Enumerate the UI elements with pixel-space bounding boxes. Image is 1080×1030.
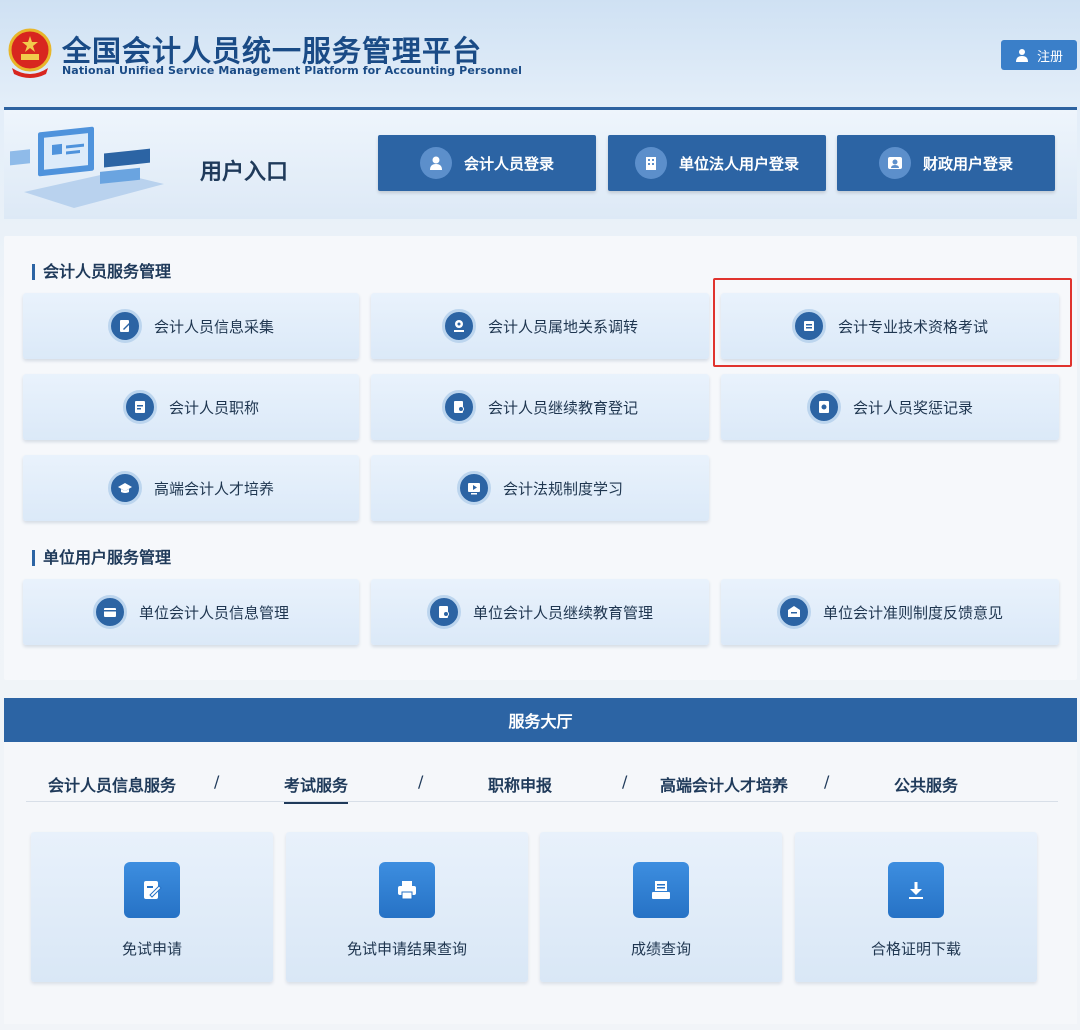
- id-card-icon: [878, 147, 911, 179]
- card-label: 单位会计人员信息管理: [138, 603, 289, 622]
- title-doc-icon: [122, 390, 157, 424]
- video-icon: [456, 471, 491, 505]
- login-illustration-icon: [10, 126, 164, 208]
- card-icon: [92, 595, 127, 629]
- card-reward-record[interactable]: 会计人员奖惩记录: [721, 374, 1059, 440]
- card-continuing-education[interactable]: 会计人员继续教育登记: [371, 374, 709, 440]
- tab-title-declaration[interactable]: 职称申报: [488, 772, 552, 802]
- printer-icon: [379, 862, 435, 918]
- card-label: 会计人员属地关系调转: [487, 317, 638, 336]
- card-label: 会计人员奖惩记录: [852, 398, 973, 417]
- edit-doc-icon: [107, 309, 142, 343]
- header: 全国会计人员统一服务管理平台 National Unified Service …: [0, 0, 1080, 104]
- accountant-section-title: 会计人员服务管理: [32, 264, 171, 280]
- graduation-cap-icon: [107, 471, 142, 505]
- card-unit-feedback[interactable]: 单位会计准则制度反馈意见: [721, 579, 1059, 645]
- platform-subtitle: National Unified Service Management Plat…: [62, 64, 523, 77]
- service-exemption-result[interactable]: 免试申请结果查询: [286, 832, 528, 982]
- card-label: 会计专业技术资格考试: [837, 317, 988, 336]
- feedback-icon: [776, 595, 811, 629]
- download-icon: [888, 862, 944, 918]
- card-regulation-study[interactable]: 会计法规制度学习: [371, 455, 709, 521]
- service-management-panel: 会计人员服务管理 会计人员信息采集 会计人员属地关系调转 会计专业技术资格考试 …: [4, 236, 1077, 680]
- tab-separator: /: [622, 772, 628, 791]
- card-unit-info-management[interactable]: 单位会计人员信息管理: [23, 579, 359, 645]
- accountant-login-label: 会计人员登录: [463, 154, 554, 173]
- service-certificate-download[interactable]: 合格证明下载: [795, 832, 1037, 982]
- unit-legal-login-button[interactable]: 单位法人用户登录: [608, 135, 826, 191]
- record-icon: [806, 390, 841, 424]
- service-label: 合格证明下载: [870, 940, 961, 958]
- tab-separator: /: [418, 772, 424, 791]
- finance-login-button[interactable]: 财政用户登录: [837, 135, 1055, 191]
- card-label: 会计人员信息采集: [153, 317, 274, 336]
- card-unit-education-management[interactable]: 单位会计人员继续教育管理: [371, 579, 709, 645]
- service-hall-title: 服务大厅: [4, 698, 1077, 742]
- card-label: 会计人员职称: [168, 398, 259, 417]
- card-label: 会计法规制度学习: [502, 479, 623, 498]
- tab-public-service[interactable]: 公共服务: [894, 772, 958, 802]
- edit-icon: [124, 862, 180, 918]
- person-icon: [419, 147, 452, 179]
- tab-separator: /: [824, 772, 830, 791]
- card-label: 高端会计人才培养: [153, 479, 274, 498]
- tab-exam-service[interactable]: 考试服务: [284, 772, 349, 804]
- unit-section-title: 单位用户服务管理: [32, 550, 171, 566]
- card-location-transfer[interactable]: 会计人员属地关系调转: [371, 293, 709, 359]
- tab-high-end-talent[interactable]: 高端会计人才培养: [660, 772, 788, 802]
- service-label: 免试申请结果查询: [346, 940, 467, 958]
- service-label: 成绩查询: [630, 940, 691, 958]
- location-icon: [441, 309, 476, 343]
- exam-icon: [791, 309, 826, 343]
- register-label: 注册: [1036, 49, 1063, 65]
- card-high-end-talent[interactable]: 高端会计人才培养: [23, 455, 359, 521]
- accountant-login-button[interactable]: 会计人员登录: [378, 135, 596, 191]
- card-label: 单位会计人员继续教育管理: [472, 603, 653, 622]
- card-label: 单位会计准则制度反馈意见: [822, 603, 1003, 622]
- unit-legal-login-label: 单位法人用户登录: [678, 154, 799, 173]
- building-icon: [634, 147, 667, 179]
- tab-separator: /: [214, 772, 220, 791]
- service-hall: 服务大厅 会计人员信息服务 / 考试服务 / 职称申报 / 高端会计人才培养 /…: [4, 698, 1077, 1024]
- register-button[interactable]: 注册: [1001, 40, 1077, 70]
- search-doc-icon: [441, 390, 476, 424]
- card-qualification-exam[interactable]: 会计专业技术资格考试: [721, 293, 1059, 359]
- card-info-collection[interactable]: 会计人员信息采集: [23, 293, 359, 359]
- service-exemption-apply[interactable]: 免试申请: [31, 832, 273, 982]
- user-entry-title: 用户入口: [200, 160, 289, 185]
- service-label: 免试申请: [121, 940, 182, 958]
- card-label: 会计人员继续教育登记: [487, 398, 638, 417]
- service-score-query[interactable]: 成绩查询: [540, 832, 782, 982]
- card-professional-title[interactable]: 会计人员职称: [23, 374, 359, 440]
- person-icon: [1015, 49, 1028, 62]
- search-doc-icon: [426, 595, 461, 629]
- service-hall-tabs: 会计人员信息服务 / 考试服务 / 职称申报 / 高端会计人才培养 / 公共服务: [26, 772, 1058, 804]
- national-emblem-icon: [8, 28, 52, 78]
- finance-login-label: 财政用户登录: [922, 154, 1013, 173]
- tab-accountant-info[interactable]: 会计人员信息服务: [48, 772, 176, 802]
- score-icon: [633, 862, 689, 918]
- user-entry-panel: 用户入口 会计人员登录 单位法人用户登录 财政用户登录: [4, 107, 1077, 219]
